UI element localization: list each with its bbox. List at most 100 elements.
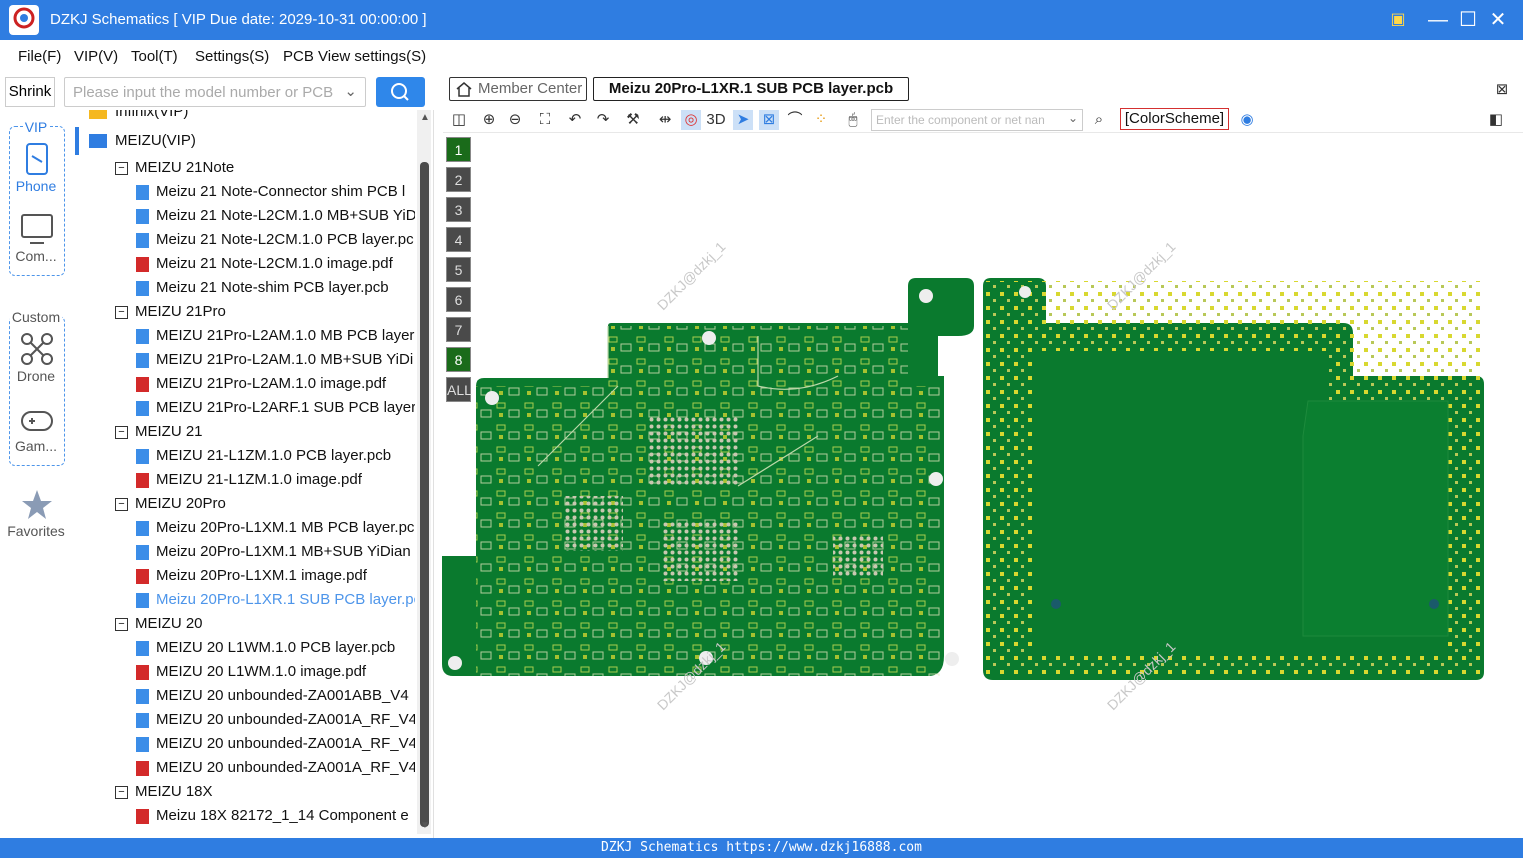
pcb-file-icon — [136, 641, 149, 656]
collapse-icon[interactable]: − — [115, 498, 128, 511]
pcb-file-icon — [136, 545, 149, 560]
search-button[interactable] — [376, 77, 425, 107]
pcb-file-icon — [136, 449, 149, 464]
maximize-button[interactable]: ☐ — [1456, 8, 1480, 32]
fit-screen-icon[interactable]: ⛶ — [535, 110, 555, 130]
close-tab-icon[interactable]: ⊠ — [1492, 80, 1512, 100]
star-icon[interactable] — [20, 488, 54, 522]
chevron-down-icon[interactable]: ⌄ — [344, 82, 357, 100]
tab-active-pcb[interactable]: Meizu 20Pro-L1XR.1 SUB PCB layer.pcb — [593, 77, 909, 101]
file-tree: Infinix(VIP) MEIZU(VIP) − MEIZU 21Note Meizu… — [75, 110, 415, 834]
pdf-file-icon — [136, 377, 149, 392]
drone-icon[interactable] — [20, 332, 54, 366]
tree-label: MEIZU 20 L1WM.1.0 PCB layer.pcb — [156, 639, 396, 656]
tree-label: MEIZU 20 L1WM.1.0 image.pdf — [156, 663, 367, 680]
collapse-icon[interactable]: − — [115, 306, 128, 319]
app-logo — [9, 5, 39, 35]
eye-icon[interactable]: ◉ — [1237, 110, 1257, 130]
watermark: DZKJ@dzkj_1 — [654, 238, 729, 313]
zoom-out-icon[interactable]: ⊖ — [505, 110, 525, 130]
net-search-placeholder: Enter the component or net nan — [876, 113, 1045, 127]
pdf-file-icon — [136, 665, 149, 680]
dots-icon[interactable]: ⁘ — [811, 110, 831, 130]
model-search-input[interactable]: Please input the model number or PCB ⌄ — [64, 77, 366, 107]
pcb-file-icon — [136, 185, 149, 200]
tab-member-label: Member Center — [478, 80, 583, 97]
arrow-icon[interactable]: ➤ — [733, 110, 753, 130]
tree-label: Meizu 20Pro-L1XM.1 image.pdf — [156, 567, 367, 584]
nav-computer[interactable]: Com... — [0, 248, 72, 264]
tree-label: MEIZU 21-L1ZM.1.0 PCB layer.pcb — [156, 447, 392, 464]
scroll-up-icon[interactable]: ▲ — [420, 112, 430, 123]
phone-icon[interactable] — [20, 142, 54, 176]
tree-label: MEIZU 20 unbounded-ZA001A_RF_V4 — [156, 759, 415, 776]
shrink-button[interactable]: Shrink — [5, 77, 55, 107]
mouse-icon[interactable]: 🖱 — [843, 110, 863, 130]
menu-tool[interactable]: Tool(T) — [131, 48, 178, 65]
nav-game[interactable]: Gam... — [0, 438, 72, 454]
nav-favorites[interactable]: Favorites — [0, 523, 72, 539]
tree-label: Meizu 21 Note-shim PCB layer.pcb — [156, 279, 389, 296]
color-scheme-button[interactable]: [ColorScheme] — [1120, 108, 1229, 130]
tree-label: Meizu 20Pro-L1XM.1 MB PCB layer.pc — [156, 519, 415, 536]
collapse-icon[interactable]: − — [115, 618, 128, 631]
component-net-search[interactable]: Enter the component or net nan ⌄ — [871, 109, 1083, 131]
panel-divider[interactable] — [433, 110, 434, 838]
net-icon[interactable]: ⊠ — [759, 110, 779, 130]
folder-icon — [89, 110, 107, 119]
nav-drone[interactable]: Drone — [0, 368, 72, 384]
rotate-left-icon[interactable]: ↶ — [565, 110, 585, 130]
wire-icon[interactable]: ⌒ — [785, 110, 805, 130]
pcb-file-icon — [136, 593, 149, 608]
pcb-file-icon — [136, 689, 149, 704]
minimize-button[interactable]: — — [1426, 8, 1450, 32]
tree-label: MEIZU 21Pro-L2AM.1.0 image.pdf — [156, 375, 387, 392]
mirror-icon[interactable]: ⇹ — [655, 110, 675, 130]
collapse-icon[interactable]: − — [115, 426, 128, 439]
selection-bar — [75, 127, 79, 155]
menu-file[interactable]: File(F) — [18, 48, 61, 65]
computer-icon[interactable] — [20, 212, 54, 246]
zoom-in-icon[interactable]: ⊕ — [479, 110, 499, 130]
folder-icon — [89, 134, 107, 148]
paint-icon[interactable]: ⚒ — [623, 110, 643, 130]
rotate-right-icon[interactable]: ↷ — [593, 110, 613, 130]
tree-label: Meizu 21 Note-L2CM.1.0 MB+SUB YiD — [156, 207, 415, 224]
tab-member-center[interactable]: Member Center — [449, 77, 587, 101]
window-title: DZKJ Schematics [ VIP Due date: 2029-10-… — [50, 11, 427, 28]
pdf-file-icon — [136, 809, 149, 824]
pcb-file-icon — [136, 401, 149, 416]
status-footer: DZKJ Schematics https://www.dzkj16888.co… — [0, 838, 1523, 858]
menu-bar: File(F) VIP(V) Tool(T) Settings(S) PCB V… — [0, 40, 1523, 74]
tree-label: Meizu 18X 82172_1_14 Component e — [156, 807, 409, 824]
split-view-icon[interactable]: ◫ — [449, 110, 469, 130]
custom-label: Custom — [9, 309, 63, 325]
tree-label: MEIZU 21Pro-L2AM.1.0 MB PCB layer. — [156, 327, 415, 344]
menu-vip[interactable]: VIP(V) — [74, 48, 118, 65]
close-button[interactable]: ✕ — [1486, 8, 1510, 32]
nav-phone[interactable]: Phone — [0, 178, 72, 194]
collapse-icon[interactable]: − — [115, 786, 128, 799]
tree-label: Meizu 20Pro-L1XM.1 MB+SUB YiDian — [156, 543, 411, 560]
home-icon — [456, 82, 472, 97]
chevron-down-icon[interactable]: ⌄ — [1068, 111, 1078, 125]
menu-pcb-view-settings[interactable]: PCB View settings(S) — [283, 48, 426, 65]
vip-label: VIP — [22, 119, 50, 135]
scroll-down-icon[interactable]: ▼ — [420, 820, 430, 831]
vip-icon[interactable]: ▣ — [1386, 8, 1410, 32]
tree-label: MEIZU 21 — [135, 423, 203, 440]
menu-settings[interactable]: Settings(S) — [195, 48, 269, 65]
gamepad-icon[interactable] — [20, 402, 54, 436]
search-placeholder: Please input the model number or PCB — [73, 84, 334, 101]
side-panel-icon[interactable]: ◧ — [1486, 110, 1506, 130]
highlight-icon[interactable]: ◎ — [681, 110, 701, 130]
pcb-canvas[interactable]: DZKJ@dzkj_1 DZKJ@dzkj_1 DZKJ@dzkj_1 DZKJ… — [438, 136, 1523, 836]
tree-scroll-thumb[interactable] — [420, 162, 429, 827]
pdf-file-icon — [136, 761, 149, 776]
collapse-icon[interactable]: − — [115, 162, 128, 175]
search-component-icon[interactable]: ⌕ — [1089, 110, 1109, 130]
tree-label: MEIZU 21Note — [135, 159, 235, 176]
tree-label: Meizu 21 Note-L2CM.1.0 PCB layer.pc — [156, 231, 414, 248]
pcb-file-icon — [136, 233, 149, 248]
3d-button[interactable]: 3D — [705, 110, 727, 130]
